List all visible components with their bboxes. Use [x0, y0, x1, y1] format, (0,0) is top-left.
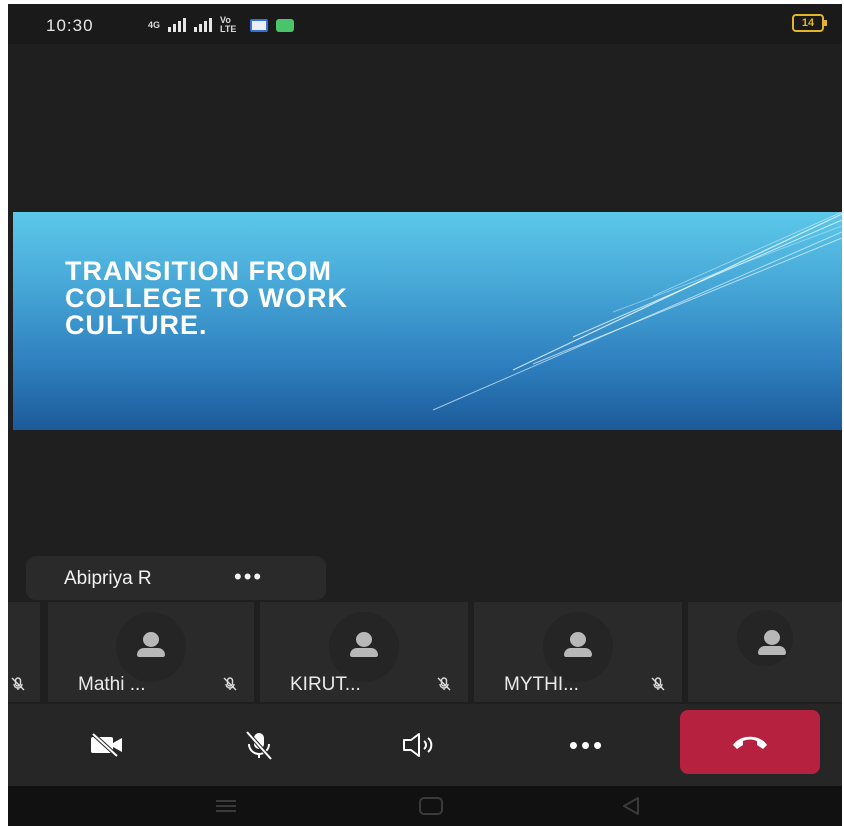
mic-off-icon [651, 677, 665, 691]
more-icon: ••• [568, 729, 606, 760]
signal-icon-2 [194, 18, 213, 32]
presenter-tag[interactable]: Abipriya R ••• [26, 556, 326, 600]
participant-name: MYTHI... [504, 674, 579, 695]
navigation-bar [8, 786, 842, 826]
battery-icon: 14 [792, 14, 827, 32]
back-icon[interactable] [620, 796, 642, 816]
signal-icon [168, 18, 187, 32]
hang-up-button[interactable] [680, 710, 820, 774]
participant-name: KIRUT... [290, 674, 361, 695]
hang-up-icon [733, 736, 767, 749]
speaker-button[interactable] [364, 704, 474, 786]
more-options-button[interactable]: ••• [532, 704, 642, 786]
camera-off-icon [91, 733, 122, 757]
shared-screen-slide[interactable]: TRANSITION FROM COLLEGE TO WORK CULTURE. [13, 212, 842, 430]
status-time: 10:30 [46, 16, 94, 35]
participant-tile[interactable]: MYTHI... [474, 602, 682, 702]
avatar-icon [116, 612, 186, 682]
participant-tile[interactable] [8, 602, 40, 702]
avatar-icon [329, 612, 399, 682]
presenter-more-button[interactable]: ••• [234, 564, 263, 590]
status-bar: 10:30 4G Vo LTE 14 [8, 4, 842, 44]
call-screen: 10:30 4G Vo LTE 14 TRANSITION FROM COLLE… [8, 4, 842, 826]
chat-notification-icon [276, 18, 295, 32]
participant-tile[interactable]: KIRUT... [260, 602, 468, 702]
camera-toggle-button[interactable] [52, 704, 162, 786]
participant-tile[interactable] [688, 602, 842, 702]
avatar-icon [543, 612, 613, 682]
menu-icon[interactable] [214, 798, 238, 814]
status-icons: 4G Vo LTE [148, 15, 295, 34]
avatar-icon [737, 610, 793, 666]
slide-title: TRANSITION FROM COLLEGE TO WORK CULTURE. [65, 256, 348, 340]
volte-label: Vo LTE [220, 15, 237, 34]
presenter-name: Abipriya R [64, 568, 152, 589]
network-label: 4G [148, 20, 161, 30]
mic-off-icon [437, 677, 451, 691]
mic-off-icon [245, 730, 273, 761]
mute-button[interactable] [204, 704, 314, 786]
speaker-icon [403, 733, 433, 757]
mic-off-icon [11, 677, 25, 691]
call-toolbar: ••• [8, 704, 842, 786]
app-notification-icon [250, 18, 269, 32]
participant-name: Mathi ... [78, 674, 146, 695]
home-icon[interactable] [418, 796, 444, 816]
participant-tile[interactable]: Mathi ... [48, 602, 254, 702]
mic-off-icon [223, 677, 237, 691]
